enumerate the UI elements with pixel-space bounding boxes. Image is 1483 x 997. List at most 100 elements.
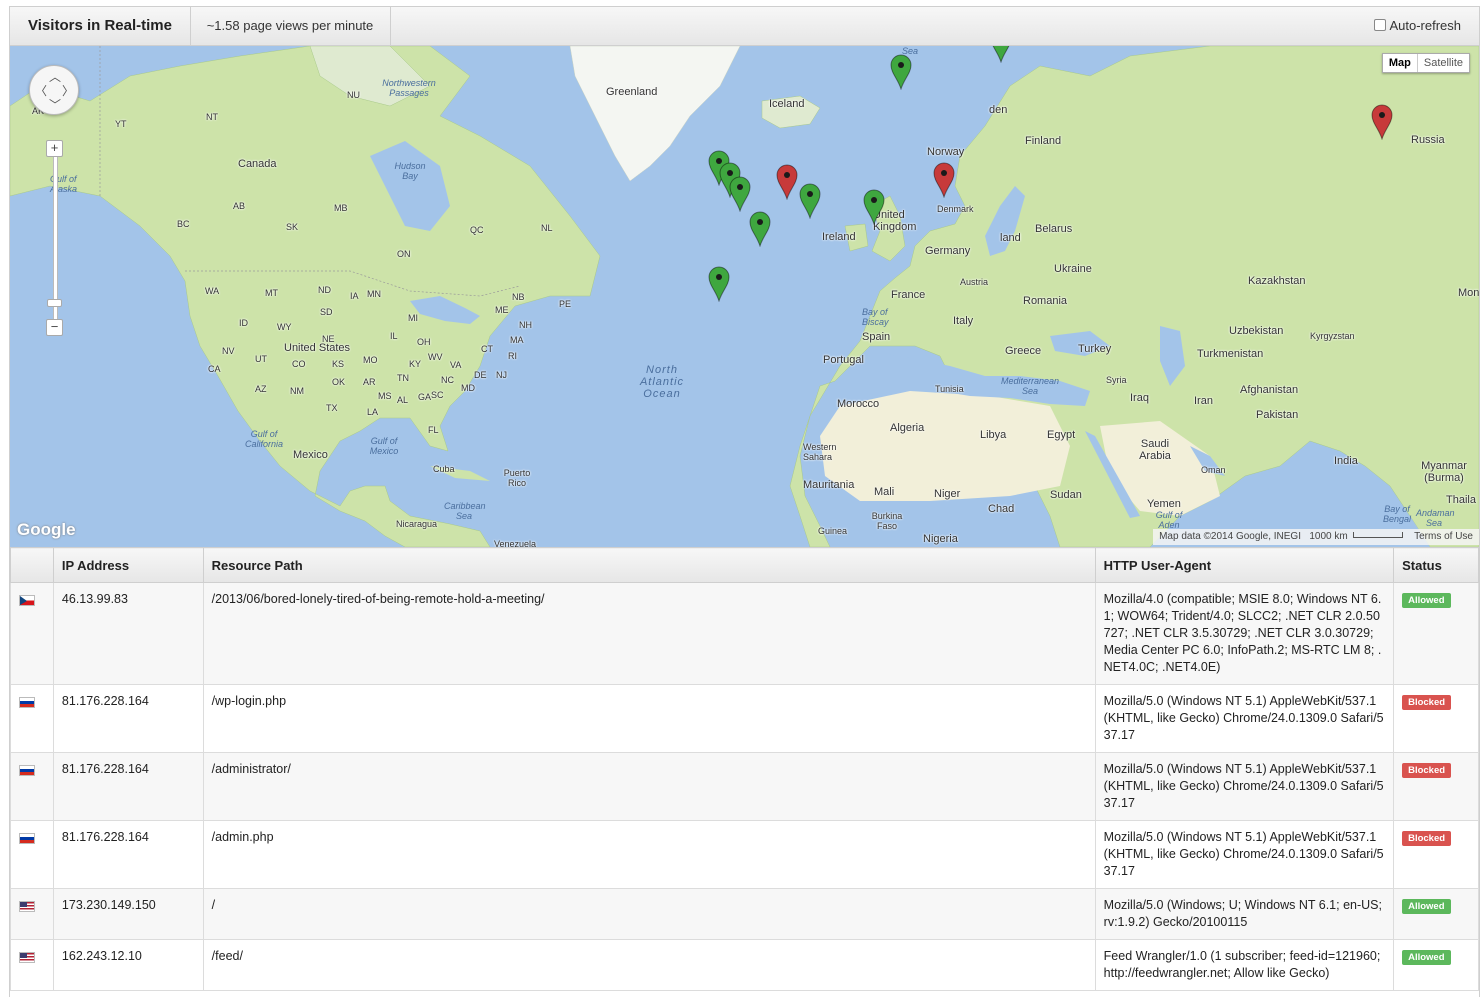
label-state-tn: TN (397, 373, 409, 383)
label-gulf-aden: Gulf of Aden (1155, 510, 1183, 530)
label-state-az: AZ (255, 384, 267, 394)
path-cell: /admin.php (202, 820, 1096, 889)
map-type-control[interactable]: Map Satellite (1381, 53, 1470, 73)
label-state-nh: NH (519, 320, 532, 330)
label-northwestern-passages: Northwestern Passages (382, 78, 436, 98)
label-state-wv: WV (428, 352, 443, 362)
label-ireland: Ireland (822, 231, 856, 243)
flag-ru-icon (19, 765, 35, 776)
label-libya: Libya (980, 429, 1007, 441)
marker-dot (806, 190, 813, 197)
label-state-nc: NC (441, 375, 454, 385)
marker-pin-shape (933, 162, 955, 199)
label-state-nt: NT (206, 112, 218, 122)
terms-of-use-link[interactable]: Terms of Use (1414, 531, 1473, 542)
label-mongolia: Mon (1458, 287, 1479, 299)
label-myanmar: Myanmar (Burma) (1421, 460, 1467, 484)
table-row[interactable]: 173.230.149.150 / Mozilla/5.0 (Windows; … (10, 888, 1479, 940)
table-row[interactable]: 81.176.228.164 /administrator/ Mozilla/5… (10, 752, 1479, 821)
label-north-atlantic: North Atlantic Ocean (639, 364, 685, 400)
table-row[interactable]: 81.176.228.164 /admin.php Mozilla/5.0 (W… (10, 820, 1479, 889)
label-mediterranean: Mediterranean Sea (1000, 376, 1060, 396)
pan-left-icon[interactable]: 〈 (35, 82, 47, 99)
label-state-ma: MA (510, 335, 524, 345)
column-header-user-agent[interactable]: HTTP User-Agent (1094, 547, 1395, 583)
column-header-status[interactable]: Status (1393, 547, 1479, 583)
label-chad: Chad (988, 503, 1015, 515)
label-iceland: Iceland (769, 98, 805, 110)
label-canada: Canada (238, 158, 277, 170)
pan-down-icon[interactable]: ﹀ (49, 96, 61, 113)
label-state-ut: UT (255, 354, 267, 364)
ip-cell: 173.230.149.150 (52, 888, 204, 940)
label-state-il: IL (390, 331, 398, 341)
zoom-in-button[interactable]: + (46, 140, 63, 157)
status-cell: Allowed (1393, 582, 1479, 685)
label-gulf-mexico: Gulf of Mexico (369, 436, 399, 456)
zoom-slider-handle[interactable] (47, 299, 62, 307)
pan-right-icon[interactable]: 〉 (62, 82, 74, 99)
map-marker-blocked-icon[interactable] (776, 164, 798, 200)
label-western-sahara: Western Sahara (803, 442, 837, 462)
path-cell: / (202, 888, 1096, 940)
status-cell: Allowed (1393, 888, 1479, 940)
map-marker-allowed-icon[interactable] (990, 46, 1012, 64)
map-type-map[interactable]: Map (1383, 54, 1417, 72)
label-state-ga: GA (418, 392, 432, 402)
label-state-md: MD (461, 383, 475, 393)
label-morocco: Morocco (837, 398, 880, 410)
map-marker-allowed-icon[interactable] (729, 176, 751, 212)
visitor-map[interactable]: Greenland Iceland Canada Hudson Bay Nort… (10, 46, 1479, 547)
label-bay-biscay: Bay of Biscay (862, 307, 889, 327)
label-algeria: Algeria (890, 422, 925, 434)
auto-refresh-toggle[interactable]: Auto-refresh (1374, 7, 1461, 45)
table-row[interactable]: 162.243.12.10 /feed/ Feed Wrangler/1.0 (… (10, 939, 1479, 991)
label-state-qc: QC (470, 225, 484, 235)
marker-dot (756, 218, 763, 225)
zoom-out-button[interactable]: − (46, 319, 63, 336)
pan-control[interactable]: ︿ ﹀ 〈 〉 (29, 65, 79, 115)
label-state-ok: OK (332, 377, 346, 387)
table-row[interactable]: 81.176.228.164 /wp-login.php Mozilla/5.0… (10, 684, 1479, 753)
label-state-nm: NM (290, 386, 304, 396)
label-poland: land (1000, 232, 1021, 244)
map-type-satellite[interactable]: Satellite (1416, 54, 1469, 72)
map-marker-allowed-icon[interactable] (863, 189, 885, 226)
status-cell: Blocked (1393, 820, 1479, 889)
marker-dot (784, 171, 791, 178)
map-marker-allowed-icon[interactable] (890, 54, 912, 91)
marker-dot (1379, 112, 1386, 119)
table-row[interactable]: 46.13.99.83 /2013/06/bored-lonely-tired-… (10, 582, 1479, 685)
label-state-ct: CT (481, 344, 493, 354)
marker-pin-shape (890, 54, 912, 91)
pan-up-icon[interactable]: ︿ (49, 68, 61, 85)
status-badge: Allowed (1402, 593, 1451, 608)
label-syria: Syria (1106, 375, 1127, 385)
map-marker-allowed-icon[interactable] (708, 266, 730, 303)
marker-pin-shape (799, 183, 821, 219)
label-portugal: Portugal (823, 354, 864, 366)
label-state-ms: MS (378, 391, 392, 401)
label-belarus: Belarus (1035, 223, 1073, 235)
label-turkey: Turkey (1078, 343, 1112, 355)
map-marker-allowed-icon[interactable] (749, 211, 771, 247)
marker-pin-shape (776, 164, 798, 200)
label-hudson-bay: Hudson Bay (394, 161, 426, 181)
label-state-nv: NV (222, 346, 235, 356)
map-attribution-bar: Map data ©2014 Google, INEGI 1000 km Ter… (1153, 529, 1479, 545)
label-russia: Russia (1411, 134, 1445, 146)
column-header-path[interactable]: Resource Path (202, 547, 1096, 583)
map-marker-blocked-icon[interactable] (1371, 104, 1393, 141)
label-sweden: den (989, 104, 1008, 116)
ip-cell: 81.176.228.164 (52, 684, 204, 753)
column-header-ip[interactable]: IP Address (52, 547, 204, 583)
map-marker-blocked-icon[interactable] (933, 162, 955, 199)
label-state-la: LA (367, 407, 379, 417)
marker-pin-shape (708, 266, 730, 303)
google-logo[interactable]: Google (17, 520, 76, 540)
auto-refresh-checkbox[interactable] (1374, 19, 1387, 31)
label-state-nd: ND (318, 285, 331, 295)
map-marker-allowed-icon[interactable] (799, 183, 821, 219)
status-badge: Blocked (1402, 695, 1452, 710)
label-turkmenistan: Turkmenistan (1197, 348, 1264, 360)
